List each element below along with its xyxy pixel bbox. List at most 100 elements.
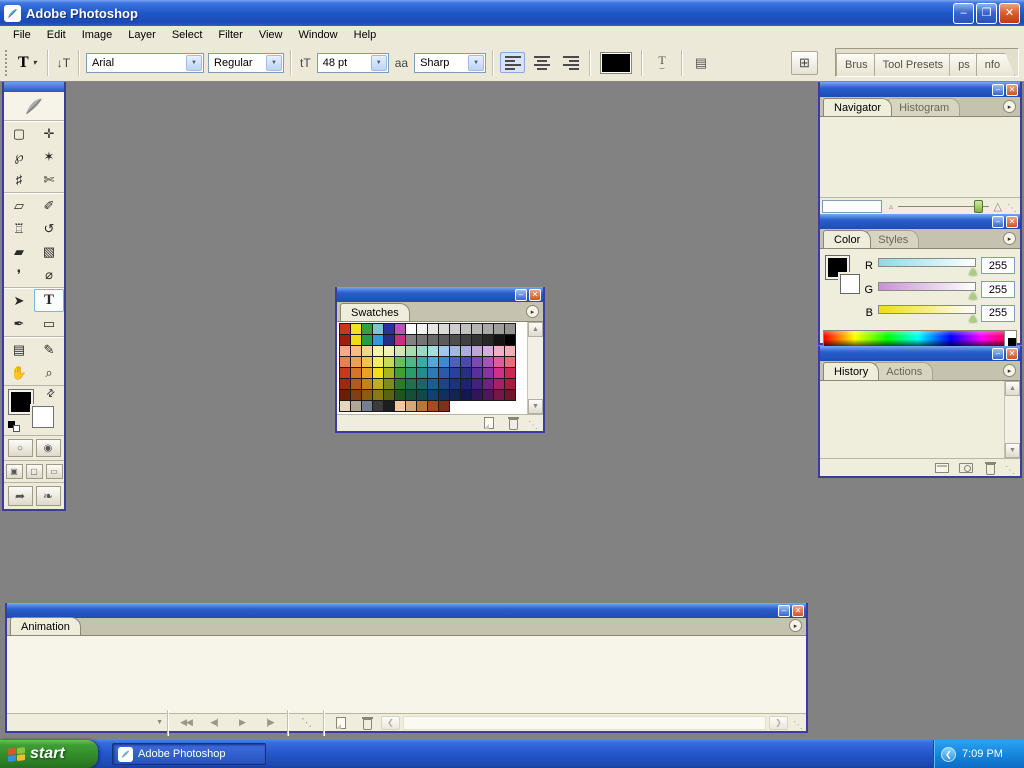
new-snapshot-button[interactable] [954,460,978,476]
minimize-button[interactable]: – [515,289,527,301]
chevron-down-icon[interactable]: ▼ [186,55,202,71]
tool-path-selection[interactable]: ➤ [4,289,34,312]
swatch-cell[interactable] [340,324,350,334]
close-button[interactable]: ✕ [529,289,541,301]
swatch-cell[interactable] [384,390,394,400]
swatch-cell[interactable] [439,346,449,356]
play-button[interactable]: ▶ [229,716,255,730]
file-browser-button[interactable]: ⊞ [791,51,818,75]
swatch-cell[interactable] [373,379,383,389]
new-document-from-state-button[interactable] [930,460,954,476]
swatch-cell[interactable] [494,324,504,334]
scroll-down-icon[interactable]: ▼ [528,399,543,414]
swatch-cell[interactable] [384,324,394,334]
hide-icons-chevron[interactable]: ❮ [941,747,956,762]
close-button[interactable]: ✕ [1006,84,1018,96]
swatch-cell[interactable] [472,346,482,356]
scroll-down-icon[interactable]: ▼ [1005,443,1020,458]
swatch-cell[interactable] [505,324,515,334]
close-button[interactable]: ✕ [999,3,1020,24]
swatch-cell[interactable] [417,390,427,400]
tool-clone-stamp[interactable]: ♖ [4,217,34,240]
horizontal-scrollbar[interactable] [403,716,766,730]
zoom-in-icon[interactable]: △ [992,200,1004,213]
delete-swatch-button[interactable] [501,415,525,431]
swatch-cell[interactable] [373,324,383,334]
tool-slice[interactable]: ✄ [34,168,64,191]
swatch-cell[interactable] [351,390,361,400]
swatch-cell[interactable] [406,357,416,367]
swatch-cell[interactable] [450,390,460,400]
tween-button[interactable]: ⋱ [293,716,319,730]
resize-grip[interactable]: ⋱ [528,420,538,431]
tool-lasso[interactable]: ℘ [4,145,34,168]
palette-menu-button[interactable]: ▸ [526,305,539,318]
swatch-cell[interactable] [439,379,449,389]
slider-track[interactable] [878,258,976,267]
swatch-cell[interactable] [384,401,394,411]
delete-state-button[interactable] [978,460,1002,476]
palette-titlebar[interactable]: – ✕ [337,287,543,302]
tool-history-brush[interactable]: ↺ [34,217,64,240]
swatch-cell[interactable] [505,368,515,378]
swatch-cell[interactable] [483,368,493,378]
menu-item-image[interactable]: Image [74,28,121,42]
swatch-cell[interactable] [417,346,427,356]
swatch-cell[interactable] [461,368,471,378]
swatch-cell[interactable] [340,401,350,411]
swatch-cell[interactable] [384,335,394,345]
swatch-cell[interactable] [417,357,427,367]
tool-move[interactable]: ✛ [34,122,64,145]
background-color-swatch[interactable] [840,274,860,294]
swatch-cell[interactable] [428,357,438,367]
tool-pen[interactable]: ✒ [4,312,34,335]
swatch-cell[interactable] [472,390,482,400]
swatch-cell[interactable] [483,324,493,334]
swatch-cell[interactable] [351,368,361,378]
slider-thumb[interactable] [969,315,977,322]
first-frame-button[interactable]: ◀◀ [173,716,199,730]
swatch-cell[interactable] [406,346,416,356]
text-color-swatch[interactable] [601,53,631,73]
resize-grip[interactable]: ⋱ [1007,203,1017,214]
swatch-cell[interactable] [461,379,471,389]
loop-options-select[interactable]: ▼ [15,716,163,730]
swatch-cell[interactable] [351,379,361,389]
swatch-cell[interactable] [505,335,515,345]
delete-frame-button[interactable] [355,715,379,731]
swatch-cell[interactable] [428,335,438,345]
tool-zoom[interactable]: ⌕ [34,361,64,384]
swatch-cell[interactable] [395,346,405,356]
swatch-cell[interactable] [384,368,394,378]
swatch-cell[interactable] [406,390,416,400]
swatch-cell[interactable] [384,346,394,356]
options-bar-grip[interactable] [5,50,10,76]
menu-item-help[interactable]: Help [346,28,385,42]
chevron-down-icon[interactable]: ▼ [371,55,387,71]
swatch-cell[interactable] [450,324,460,334]
swatch-cell[interactable] [362,324,372,334]
swatch-cell[interactable] [483,335,493,345]
slider-track[interactable] [878,282,976,291]
zoom-out-icon[interactable]: ▵ [887,202,895,211]
slider-thumb[interactable] [969,292,977,299]
swatch-cell[interactable] [406,379,416,389]
swatch-cell[interactable] [494,368,504,378]
align-center-button[interactable] [529,52,554,73]
slider-track[interactable] [878,305,976,314]
next-frame-button[interactable]: |▶ [257,716,283,730]
swatch-cell[interactable] [461,335,471,345]
swatch-cell[interactable] [340,335,350,345]
swatch-cell[interactable] [439,390,449,400]
palette-menu-button[interactable]: ▸ [1003,232,1016,245]
swatch-cell[interactable] [428,379,438,389]
font-family-select[interactable]: Arial ▼ [86,53,204,73]
swatch-cell[interactable] [395,379,405,389]
swatch-cell[interactable] [362,335,372,345]
tool-eyedropper[interactable]: ✎ [34,338,64,361]
swap-colors-icon[interactable]: ⇄ [44,387,58,401]
swatch-cell[interactable] [406,401,416,411]
swatch-cell[interactable] [461,324,471,334]
minimize-button[interactable]: – [992,216,1004,228]
color-spectrum-ramp[interactable] [823,330,1017,347]
